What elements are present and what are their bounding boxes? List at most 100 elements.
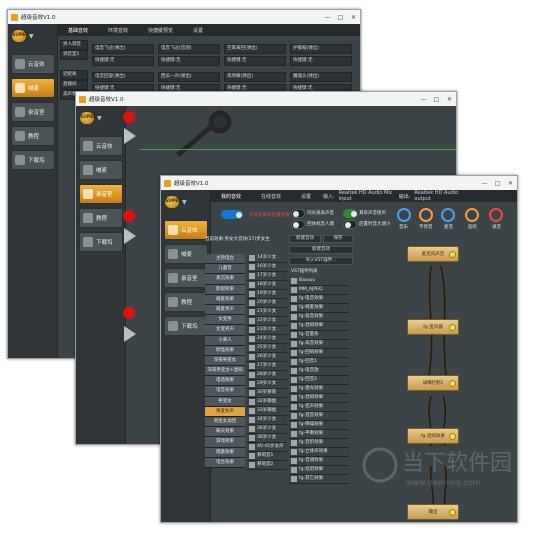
category-item[interactable]: 搞怪效果 (205, 345, 245, 356)
plugin-item[interactable]: fg-电音放 (289, 367, 349, 376)
nonstop-knob[interactable] (419, 208, 433, 222)
plugin-item[interactable]: fg-混音效果 (289, 412, 349, 421)
plugin-item[interactable]: fg-低音效果 (289, 313, 349, 322)
plugin-item[interactable]: fg-喊麦效果 (289, 304, 349, 313)
record-volume-knob[interactable] (489, 208, 503, 222)
monitor-knob[interactable] (465, 208, 479, 222)
nav-studio[interactable]: 录音室 (79, 184, 123, 204)
close-button[interactable]: ✕ (347, 14, 360, 21)
nav-cloud-effects[interactable]: 云音效 (11, 54, 55, 74)
plugin-item[interactable]: fg-降噪效果 (289, 421, 349, 430)
mic-volume-knob[interactable] (441, 208, 455, 222)
category-item[interactable]: 男变女 (205, 396, 245, 407)
category-item[interactable]: 深夜男变女+混响 (205, 366, 245, 377)
preset-item[interactable]: 29岁少女 (247, 380, 287, 389)
preset-item[interactable]: 38岁少女 (247, 434, 287, 443)
plugin-item[interactable]: fg-高音效果 (289, 340, 349, 349)
minimize-button[interactable]: — (321, 14, 334, 21)
toggle-switch[interactable] (343, 209, 357, 218)
tab-hotkeys[interactable]: 快捷键预览 (138, 27, 183, 34)
import-vst-button[interactable]: 导入VST插件... (289, 257, 353, 265)
preset-item[interactable]: 28岁少女 (247, 371, 287, 380)
plugin-item[interactable]: fg-混响效果 (289, 394, 349, 403)
category-item[interactable]: 女变男 (205, 315, 245, 326)
preset-item[interactable]: 17岁少女 (247, 272, 287, 281)
preset-item[interactable]: 34岁少女 (247, 416, 287, 425)
plugin-item[interactable]: fg-其它效果 (289, 475, 349, 484)
effect-button[interactable]: 电音飞过(弹出) (92, 44, 154, 54)
plugin-item[interactable]: fg-激光效果 (289, 385, 349, 394)
plugin-item[interactable]: fg-混响效果 (289, 322, 349, 331)
nav-tutorial[interactable]: 教程 (164, 292, 208, 312)
tab-my-effects[interactable]: 我的音效 (211, 193, 251, 200)
preset-item[interactable]: 36岁少女 (247, 425, 287, 434)
maximize-button[interactable]: □ (430, 96, 443, 103)
nav-cloud-effects[interactable]: 云音效 (79, 136, 123, 156)
effect-node[interactable]: 麦克风声音 (407, 246, 459, 262)
category-item[interactable]: 喊麦男声 (205, 304, 245, 316)
preset-item[interactable]: 26岁少女 (247, 353, 287, 362)
chevron-down-icon[interactable]: ▼ (97, 115, 102, 122)
plugin-item[interactable]: fg-回音2 (289, 376, 349, 385)
close-button[interactable]: ✕ (443, 96, 456, 103)
nav-shout[interactable]: 喊麦 (79, 160, 123, 180)
category-item[interactable]: 男变女加回 (205, 417, 245, 428)
record-button[interactable] (123, 210, 135, 222)
tab-settings[interactable]: 设置 (183, 27, 213, 34)
category-item[interactable]: 儿童音 (205, 264, 245, 275)
effect-button[interactable]: 电音飞过(首测) (158, 44, 220, 54)
preset-item[interactable]: 萝莉音2 (247, 461, 287, 470)
new-effect-button[interactable]: 新建音效 (289, 235, 321, 243)
hotkey-field[interactable]: 快捷键:无 (92, 56, 154, 66)
preset-item[interactable]: 23岁少女 (247, 326, 287, 335)
play-button[interactable] (124, 128, 136, 144)
category-item[interactable]: 深夜男变女 (205, 355, 245, 367)
plugin-item[interactable]: fg-电音效果 (289, 295, 349, 304)
play-button[interactable] (124, 326, 136, 342)
category-item[interactable]: 男变女声 (205, 406, 245, 417)
nav-shout[interactable]: 喊麦 (11, 78, 55, 98)
save-button[interactable]: 保存 (323, 235, 353, 243)
preset-item[interactable]: 21岁少女 (247, 308, 287, 317)
effect-node[interactable]: 详细控制1 (407, 375, 459, 391)
toggle-switch[interactable] (291, 220, 305, 229)
category-item[interactable]: 聊天效果 (205, 427, 245, 438)
close-button[interactable]: ✕ (504, 180, 517, 187)
effect-button[interactable]: 电音回旋(弹出) (92, 72, 154, 82)
category-item[interactable]: 电台效果 (205, 457, 245, 468)
app-logo[interactable]: SUPER ▼ (12, 30, 34, 42)
tab-settings[interactable]: 设置 (291, 193, 321, 200)
plugin-item[interactable]: fg-音阶效果 (289, 439, 349, 448)
plugin-item[interactable]: fg-音调效果 (289, 457, 349, 466)
preset-item[interactable]: 萝莉音1 (247, 452, 287, 461)
hotkey-field[interactable]: 快捷键:无 (290, 56, 352, 66)
plugin-item[interactable]: fg-延迟效果 (289, 466, 349, 475)
maximize-button[interactable]: □ (334, 14, 347, 21)
input-device-select[interactable]: Realtek HD Audio Mic input (337, 190, 397, 202)
new-effect-button[interactable]: 新建音效 (289, 246, 353, 254)
plugin-item[interactable]: fg-变声效果 (289, 403, 349, 412)
category-item[interactable]: 喊麦效果 (205, 294, 245, 305)
nav-download[interactable]: 下载坞 (164, 316, 208, 336)
nav-studio[interactable]: 录音室 (164, 268, 208, 288)
preset-item[interactable]: 19岁少女 (247, 290, 287, 299)
record-button[interactable] (123, 111, 135, 123)
category-item[interactable]: 影视效果 (205, 284, 245, 295)
plugin-item[interactable]: fg-平衡效果 (289, 430, 349, 439)
category-item[interactable]: 唱歌效果 (205, 447, 245, 458)
hotkey-field[interactable]: 快捷键:无 (158, 56, 220, 66)
record-button[interactable] (123, 307, 135, 319)
maximize-button[interactable]: □ (491, 180, 504, 187)
category-item[interactable]: 游戏效果 (205, 437, 245, 448)
plugin-item[interactable]: fg-回响效果 (289, 349, 349, 358)
effect-button[interactable]: 西瓜一声(弹出) (158, 72, 220, 82)
plugin-item[interactable]: fg-立体声效果 (289, 448, 349, 457)
nav-studio[interactable]: 录音室 (11, 102, 55, 122)
minimize-button[interactable]: — (417, 96, 430, 103)
category-item[interactable]: 电音效果 (205, 386, 245, 397)
nav-shout[interactable]: 喊麦 (164, 244, 208, 264)
tab-online-effects[interactable]: 在线音效 (251, 193, 291, 200)
plugin-item[interactable]: MM_AJPEQ (289, 286, 349, 295)
hotkey-field[interactable]: 快捷键:无 (224, 56, 286, 66)
nav-cloud-effects[interactable]: 云音效 (164, 220, 208, 240)
